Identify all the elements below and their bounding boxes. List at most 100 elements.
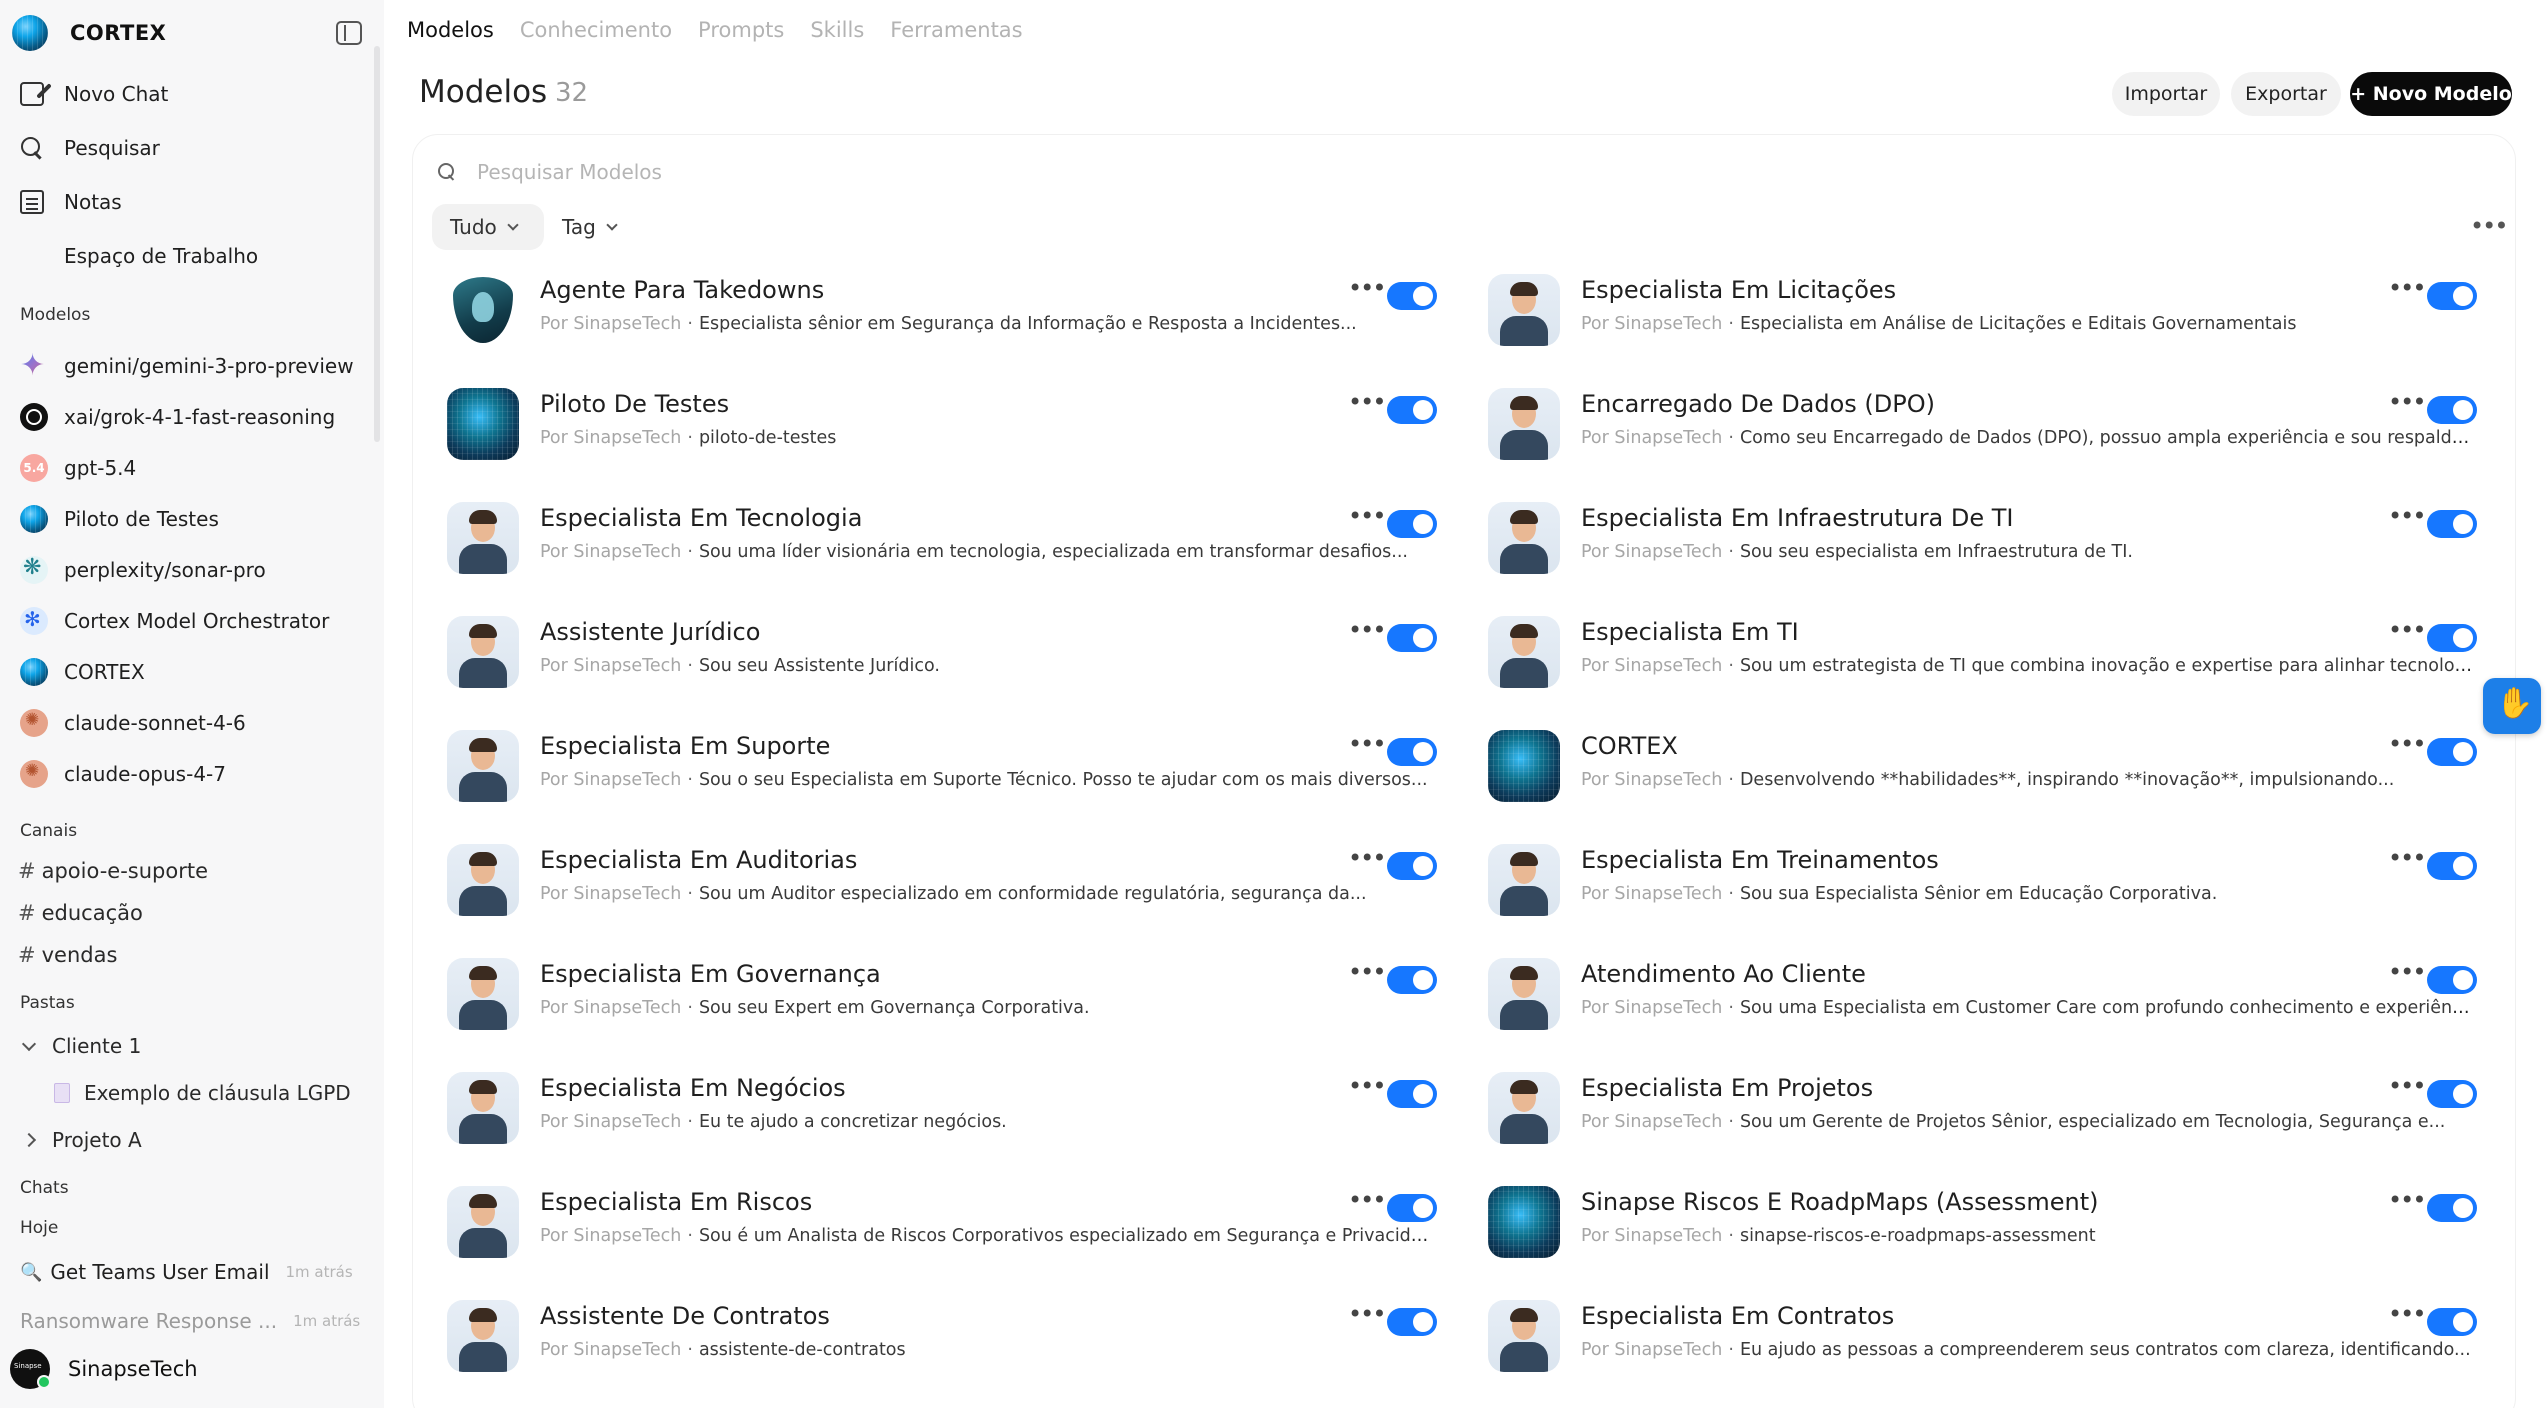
folder-cliente-1[interactable]: Cliente 1 [21,1034,141,1058]
model-more-options-icon[interactable]: ••• [1348,616,1386,644]
cortex-logo-icon[interactable] [12,15,48,51]
model-enabled-toggle[interactable] [2427,1308,2477,1336]
model-more-options-icon[interactable]: ••• [2388,388,2426,416]
model-enabled-toggle[interactable] [2427,1194,2477,1222]
model-name[interactable]: Piloto De Testes [540,390,729,418]
model-enabled-toggle[interactable] [2427,510,2477,538]
nav-notes[interactable]: Notas [10,179,360,225]
model-name[interactable]: Especialista Em Projetos [1581,1074,1873,1102]
model-list-item[interactable]: Assistente De Contratos Por SinapseTech · a… [447,1296,1447,1376]
model-more-options-icon[interactable]: ••• [1348,388,1386,416]
model-enabled-toggle[interactable] [1387,510,1437,538]
model-more-options-icon[interactable]: ••• [1348,730,1386,758]
channel-item[interactable]: # educação [18,901,143,925]
model-more-options-icon[interactable]: ••• [2388,958,2426,986]
model-name[interactable]: Encarregado De Dados (DPO) [1581,390,1935,418]
model-name[interactable]: Especialista Em Riscos [540,1188,812,1216]
tab-conhecimento[interactable]: Conhecimento [520,18,672,42]
model-list-item[interactable]: Especialista Em Licitações Por SinapseTec… [1488,270,2488,350]
folder-projeto-a[interactable]: Projeto A [21,1128,142,1152]
new-model-button[interactable]: + Novo Modelo [2350,72,2512,116]
model-list-item[interactable]: Especialista Em Negócios Por SinapseTech ·… [447,1068,1447,1148]
sidebar-model-claude-sonnet[interactable]: claude-sonnet-4-6 [10,700,360,746]
model-more-options-icon[interactable]: ••• [2388,616,2426,644]
sidebar-model-gpt[interactable]: 5.4 gpt-5.4 [10,445,360,491]
model-list-item[interactable]: Especialista Em Suporte Por SinapseTech · S… [447,726,1447,806]
model-enabled-toggle[interactable] [1387,282,1437,310]
model-name[interactable]: Especialista Em Governança [540,960,881,988]
filter-tag-dropdown[interactable]: Tag [552,204,642,250]
channel-item[interactable]: # vendas [18,943,117,967]
model-more-options-icon[interactable]: ••• [1348,1072,1386,1100]
model-name[interactable]: Assistente Jurídico [540,618,760,646]
filter-scope-dropdown[interactable]: Tudo [432,204,544,250]
tab-skills[interactable]: Skills [810,18,864,42]
model-more-options-icon[interactable]: ••• [2388,1072,2426,1100]
model-more-options-icon[interactable]: ••• [2388,1186,2426,1214]
sidebar-model-grok[interactable]: xai/grok-4-1-fast-reasoning [10,394,360,440]
model-name[interactable]: Especialista Em Auditorias [540,846,857,874]
model-name[interactable]: Especialista Em Negócios [540,1074,846,1102]
model-more-options-icon[interactable]: ••• [1348,1186,1386,1214]
model-enabled-toggle[interactable] [1387,1080,1437,1108]
model-list-item[interactable]: Piloto De Testes Por SinapseTech · piloto-d… [447,384,1447,464]
model-more-options-icon[interactable]: ••• [2388,274,2426,302]
sidebar-model-gemini[interactable]: gemini/gemini-3-pro-preview [10,343,360,389]
model-more-options-icon[interactable]: ••• [1348,274,1386,302]
model-name[interactable]: Sinapse Riscos E RoadpMaps (Assessment) [1581,1188,2099,1216]
model-name[interactable]: Especialista Em Infraestrutura De TI [1581,504,2014,532]
sidebar-model-perplexity[interactable]: perplexity/sonar-pro [10,547,360,593]
sidebar-model-piloto[interactable]: Piloto de Testes [10,496,360,542]
accessibility-hand-icon[interactable] [2483,678,2541,734]
model-enabled-toggle[interactable] [2427,852,2477,880]
tab-modelos[interactable]: Modelos [407,18,494,42]
model-list-item[interactable]: Especialista Em Auditorias Por SinapseTec… [447,840,1447,920]
model-name[interactable]: Especialista Em TI [1581,618,1799,646]
model-list-item[interactable]: Especialista Em Tecnologia Por SinapseTec… [447,498,1447,578]
model-more-options-icon[interactable]: ••• [1348,844,1386,872]
model-name[interactable]: Assistente De Contratos [540,1302,830,1330]
nav-new-chat[interactable]: Novo Chat [10,71,360,117]
model-more-options-icon[interactable]: ••• [2388,1300,2426,1328]
model-list-item[interactable]: Especialista Em Projetos Por SinapseTech ·… [1488,1068,2488,1148]
channel-item[interactable]: # apoio-e-suporte [18,859,208,883]
user-menu[interactable]: SinapseTech [10,1348,360,1390]
chat-item[interactable]: Ransomware Response ... 1m atrás [20,1309,360,1333]
more-options-icon[interactable]: ••• [2470,212,2508,240]
sidebar-toggle-icon[interactable] [336,21,362,45]
model-name[interactable]: Agente Para Takedowns [540,276,824,304]
model-more-options-icon[interactable]: ••• [1348,958,1386,986]
nav-workspace[interactable]: Espaço de Trabalho [10,233,360,279]
model-enabled-toggle[interactable] [1387,396,1437,424]
model-more-options-icon[interactable]: ••• [2388,730,2426,758]
model-list-item[interactable]: Assistente Jurídico Por SinapseTech · Sou s… [447,612,1447,692]
tab-ferramentas[interactable]: Ferramentas [890,18,1022,42]
model-enabled-toggle[interactable] [1387,852,1437,880]
model-name[interactable]: Especialista Em Licitações [1581,276,1896,304]
model-name[interactable]: Especialista Em Suporte [540,732,830,760]
model-name[interactable]: Especialista Em Tecnologia [540,504,862,532]
export-button[interactable]: Exportar [2231,72,2341,116]
nav-search[interactable]: Pesquisar [10,125,360,171]
chat-item[interactable]: 🔍 Get Teams User Email 1m atrás [20,1260,353,1284]
model-more-options-icon[interactable]: ••• [1348,1300,1386,1328]
model-list-item[interactable]: Sinapse Riscos E RoadpMaps (Assessment) P… [1488,1182,2488,1262]
model-enabled-toggle[interactable] [1387,966,1437,994]
model-name[interactable]: CORTEX [1581,732,1678,760]
sidebar-model-cortex[interactable]: CORTEX [10,649,360,695]
model-list-item[interactable]: CORTEX Por SinapseTech · Desenvolvendo **ha… [1488,726,2488,806]
model-list-item[interactable]: Atendimento Ao Cliente Por SinapseTech · So… [1488,954,2488,1034]
model-enabled-toggle[interactable] [1387,1308,1437,1336]
model-list-item[interactable]: Especialista Em Contratos Por SinapseTech… [1488,1296,2488,1376]
sidebar-model-orchestrator[interactable]: Cortex Model Orchestrator [10,598,360,644]
model-enabled-toggle[interactable] [1387,738,1437,766]
model-name[interactable]: Especialista Em Contratos [1581,1302,1894,1330]
model-enabled-toggle[interactable] [2427,396,2477,424]
sidebar-model-claude-opus[interactable]: claude-opus-4-7 [10,751,360,797]
model-list-item[interactable]: Especialista Em TI Por SinapseTech · Sou um… [1488,612,2488,692]
model-enabled-toggle[interactable] [2427,966,2477,994]
model-list-item[interactable]: Agente Para Takedowns Por SinapseTech · Esp… [447,270,1447,350]
model-name[interactable]: Atendimento Ao Cliente [1581,960,1866,988]
model-list-item[interactable]: Encarregado De Dados (DPO) Por SinapseTec… [1488,384,2488,464]
model-enabled-toggle[interactable] [2427,738,2477,766]
